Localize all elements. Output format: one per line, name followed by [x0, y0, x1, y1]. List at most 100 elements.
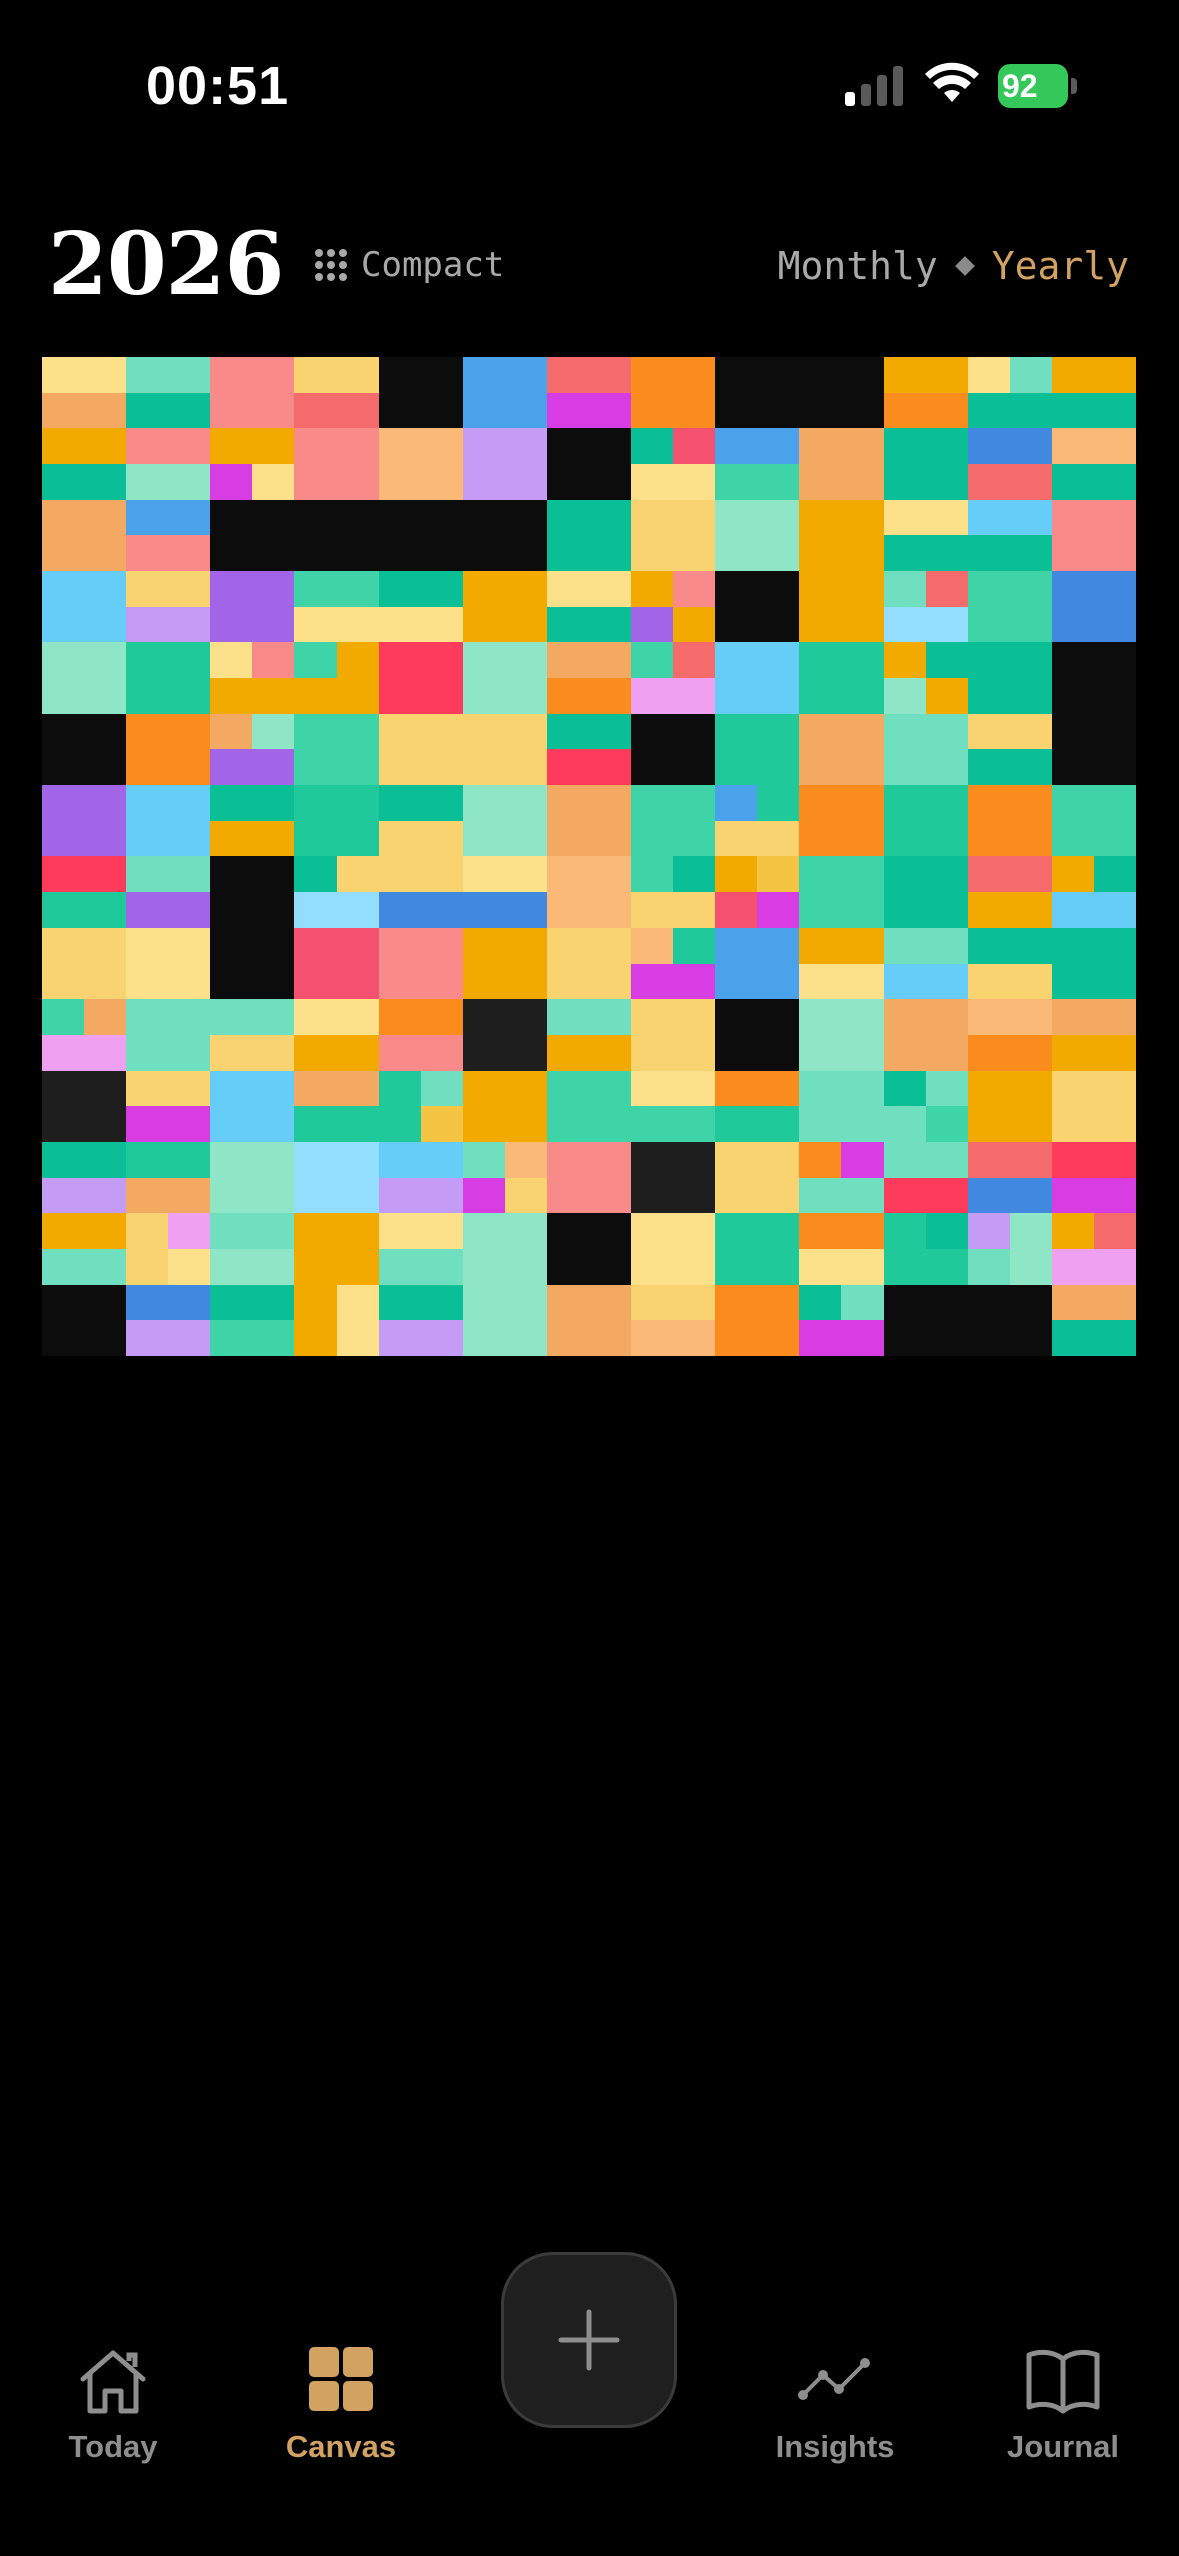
- mosaic-cell[interactable]: [126, 1141, 211, 1214]
- mosaic-cell[interactable]: [210, 999, 295, 1071]
- mosaic-cell[interactable]: [210, 785, 295, 857]
- mosaic-cell[interactable]: [715, 1284, 800, 1356]
- mosaic-cell[interactable]: [883, 785, 968, 857]
- mosaic-cell[interactable]: [546, 1213, 632, 1285]
- mosaic-cell[interactable]: [210, 571, 295, 643]
- mosaic-cell[interactable]: [883, 713, 968, 786]
- mosaic-cell[interactable]: [210, 428, 295, 500]
- mosaic-cell[interactable]: [883, 1284, 968, 1356]
- mosaic-cell[interactable]: [210, 1070, 295, 1142]
- mosaic-cell[interactable]: [967, 1070, 1052, 1142]
- mosaic-cell[interactable]: [210, 856, 295, 928]
- mosaic-cell[interactable]: [799, 499, 884, 572]
- mosaic-cell[interactable]: [546, 642, 632, 714]
- mosaic-cell[interactable]: [883, 856, 968, 928]
- mosaic-cell[interactable]: [883, 1141, 968, 1214]
- mosaic-cell[interactable]: [546, 1070, 632, 1142]
- mosaic-cell[interactable]: [967, 499, 1052, 572]
- mosaic-cell[interactable]: [42, 642, 127, 714]
- mosaic-cell[interactable]: [1051, 357, 1136, 429]
- mosaic-cell[interactable]: [967, 856, 1052, 928]
- mosaic-cell[interactable]: [462, 785, 547, 857]
- mosaic-cell[interactable]: [883, 1070, 968, 1142]
- mosaic-cell[interactable]: [631, 856, 716, 928]
- mosaic-cell[interactable]: [42, 999, 127, 1071]
- mosaic-cell[interactable]: [42, 785, 127, 857]
- tab-canvas[interactable]: Canvas: [251, 2345, 431, 2465]
- mosaic-cell[interactable]: [210, 642, 295, 714]
- mosaic-cell[interactable]: [126, 642, 211, 714]
- mosaic-cell[interactable]: [799, 785, 884, 857]
- mosaic-cell[interactable]: [126, 499, 211, 572]
- mosaic-cell[interactable]: [715, 1141, 800, 1214]
- mosaic-cell[interactable]: [210, 927, 295, 1000]
- mosaic-cell[interactable]: [715, 927, 800, 1000]
- yearly-view-tab[interactable]: Yearly: [992, 244, 1129, 288]
- mosaic-cell[interactable]: [799, 1213, 884, 1285]
- mosaic-cell[interactable]: [462, 357, 547, 429]
- mosaic-cell[interactable]: [462, 499, 547, 572]
- mosaic-cell[interactable]: [126, 357, 211, 429]
- mosaic-cell[interactable]: [546, 499, 632, 572]
- mosaic-cell[interactable]: [799, 1141, 884, 1214]
- mosaic-cell[interactable]: [1051, 1141, 1136, 1214]
- mosaic-cell[interactable]: [546, 571, 632, 643]
- mosaic-cell[interactable]: [126, 1213, 211, 1285]
- mosaic-cell[interactable]: [126, 713, 211, 786]
- tab-today[interactable]: Today: [23, 2345, 203, 2465]
- mosaic-cell[interactable]: [294, 999, 379, 1071]
- mosaic-cell[interactable]: [799, 428, 884, 500]
- mosaic-cell[interactable]: [883, 999, 968, 1071]
- mosaic-cell[interactable]: [42, 1070, 127, 1142]
- mosaic-cell[interactable]: [210, 1141, 295, 1214]
- mosaic-cell[interactable]: [631, 357, 716, 429]
- mosaic-cell[interactable]: [799, 999, 884, 1071]
- mosaic-cell[interactable]: [883, 1213, 968, 1285]
- mosaic-cell[interactable]: [378, 927, 463, 1000]
- mosaic-cell[interactable]: [294, 428, 379, 500]
- mosaic-cell[interactable]: [631, 785, 716, 857]
- mosaic-cell[interactable]: [294, 856, 379, 928]
- mosaic-cell[interactable]: [294, 1070, 379, 1142]
- mosaic-cell[interactable]: [715, 999, 800, 1071]
- mosaic-cell[interactable]: [967, 428, 1052, 500]
- mosaic-cell[interactable]: [883, 357, 968, 429]
- mosaic-cell[interactable]: [210, 499, 295, 572]
- mosaic-cell[interactable]: [546, 428, 632, 500]
- mosaic-cell[interactable]: [42, 357, 127, 429]
- mosaic-cell[interactable]: [294, 785, 379, 857]
- mosaic-cell[interactable]: [126, 927, 211, 1000]
- mosaic-cell[interactable]: [967, 1213, 1052, 1285]
- mosaic-cell[interactable]: [715, 428, 800, 500]
- mosaic-cell[interactable]: [546, 999, 632, 1071]
- mosaic-cell[interactable]: [378, 999, 463, 1071]
- mosaic-cell[interactable]: [210, 713, 295, 786]
- mosaic-cell[interactable]: [1051, 642, 1136, 714]
- mosaic-cell[interactable]: [378, 357, 463, 429]
- mosaic-cell[interactable]: [1051, 1284, 1136, 1356]
- mosaic-cell[interactable]: [126, 428, 211, 500]
- mosaic-cell[interactable]: [378, 785, 463, 857]
- tab-journal[interactable]: Journal: [973, 2345, 1153, 2465]
- mosaic-cell[interactable]: [883, 642, 968, 714]
- mosaic-cell[interactable]: [294, 499, 379, 572]
- mosaic-cell[interactable]: [42, 713, 127, 786]
- mosaic-cell[interactable]: [631, 1141, 716, 1214]
- mosaic-cell[interactable]: [967, 1141, 1052, 1214]
- mosaic-cell[interactable]: [799, 1070, 884, 1142]
- mosaic-cell[interactable]: [42, 1213, 127, 1285]
- mosaic-cell[interactable]: [799, 357, 884, 429]
- mosaic-cell[interactable]: [126, 785, 211, 857]
- mosaic-cell[interactable]: [799, 713, 884, 786]
- mosaic-cell[interactable]: [126, 999, 211, 1071]
- mosaic-cell[interactable]: [883, 499, 968, 572]
- mosaic-cell[interactable]: [546, 856, 632, 928]
- mosaic-cell[interactable]: [1051, 785, 1136, 857]
- mosaic-cell[interactable]: [294, 1141, 379, 1214]
- mosaic-cell[interactable]: [378, 1213, 463, 1285]
- mosaic-cell[interactable]: [378, 1141, 463, 1214]
- mosaic-cell[interactable]: [462, 999, 547, 1071]
- mosaic-cell[interactable]: [42, 499, 127, 572]
- mosaic-cell[interactable]: [42, 1284, 127, 1356]
- mosaic-cell[interactable]: [967, 785, 1052, 857]
